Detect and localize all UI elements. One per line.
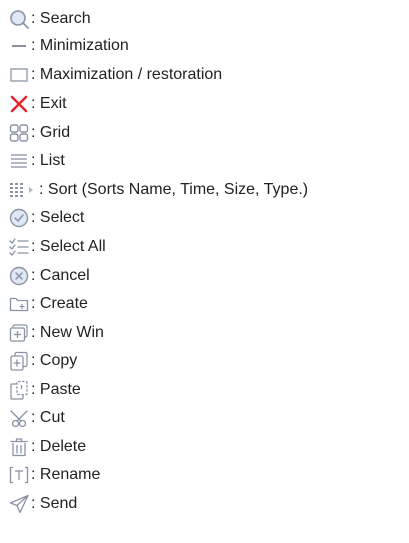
- send-icon: [8, 493, 30, 515]
- list-icon: [8, 150, 30, 172]
- legend-label: : Search: [31, 10, 91, 27]
- legend-row-search: : Search: [8, 7, 91, 31]
- cut-icon: [8, 407, 30, 429]
- exit-icon: [8, 93, 30, 115]
- legend-label: : Exit: [31, 95, 67, 112]
- rename-icon: [8, 464, 30, 486]
- legend-row-copy: : Copy: [8, 349, 77, 373]
- legend-row-sort: : Sort (Sorts Name, Time, Size, Type.): [8, 178, 308, 202]
- cancel-icon: [8, 265, 30, 287]
- legend-row-minimize: : Minimization: [8, 34, 129, 58]
- delete-icon: [8, 436, 30, 458]
- sort-icon: [8, 179, 38, 201]
- legend-label: : Cancel: [31, 267, 90, 284]
- grid-icon: [8, 122, 30, 144]
- legend-row-delete: : Delete: [8, 435, 86, 459]
- legend-label: : Sort (Sorts Name, Time, Size, Type.): [39, 181, 309, 198]
- legend-row-cut: : Cut: [8, 406, 65, 430]
- legend-row-grid: : Grid: [8, 121, 70, 145]
- legend-label: : Send: [31, 495, 78, 512]
- legend-label: : Create: [31, 295, 88, 312]
- legend-row-select: : Select: [8, 206, 84, 230]
- new-window-icon: [8, 322, 30, 344]
- legend-row-new-window: : New Win: [8, 321, 104, 345]
- create-folder-icon: [8, 293, 30, 315]
- legend-label: : Select: [31, 209, 85, 226]
- legend-label: : Grid: [31, 124, 71, 141]
- legend-row-exit: : Exit: [8, 92, 67, 116]
- legend-label: : Copy: [31, 352, 78, 369]
- legend-row-cancel: : Cancel: [8, 264, 90, 288]
- legend-label: : List: [31, 152, 65, 169]
- legend-row-paste: : Paste: [8, 378, 81, 402]
- legend-row-create: : Create: [8, 292, 88, 316]
- legend-row-rename: : Rename: [8, 463, 100, 487]
- maximize-icon: [8, 64, 30, 86]
- legend-label: : Paste: [31, 381, 81, 398]
- search-icon: [8, 8, 30, 30]
- legend-row-list: : List: [8, 149, 65, 173]
- paste-icon: [8, 379, 30, 401]
- icon-legend: : Search : Minimization : Maximization /…: [0, 0, 409, 543]
- legend-label: : New Win: [31, 324, 104, 341]
- legend-row-send: : Send: [8, 492, 77, 516]
- legend-label: : Maximization / restoration: [31, 66, 223, 83]
- copy-icon: [8, 350, 30, 372]
- legend-label: : Delete: [31, 438, 87, 455]
- select-all-icon: [8, 236, 30, 258]
- legend-label: : Select All: [31, 238, 106, 255]
- legend-row-select-all: : Select All: [8, 235, 106, 259]
- select-icon: [8, 207, 30, 229]
- minimize-icon: [8, 35, 30, 57]
- legend-label: : Minimization: [31, 37, 129, 54]
- legend-label: : Cut: [31, 409, 65, 426]
- legend-label: : Rename: [31, 466, 101, 483]
- legend-row-maximize: : Maximization / restoration: [8, 63, 222, 87]
